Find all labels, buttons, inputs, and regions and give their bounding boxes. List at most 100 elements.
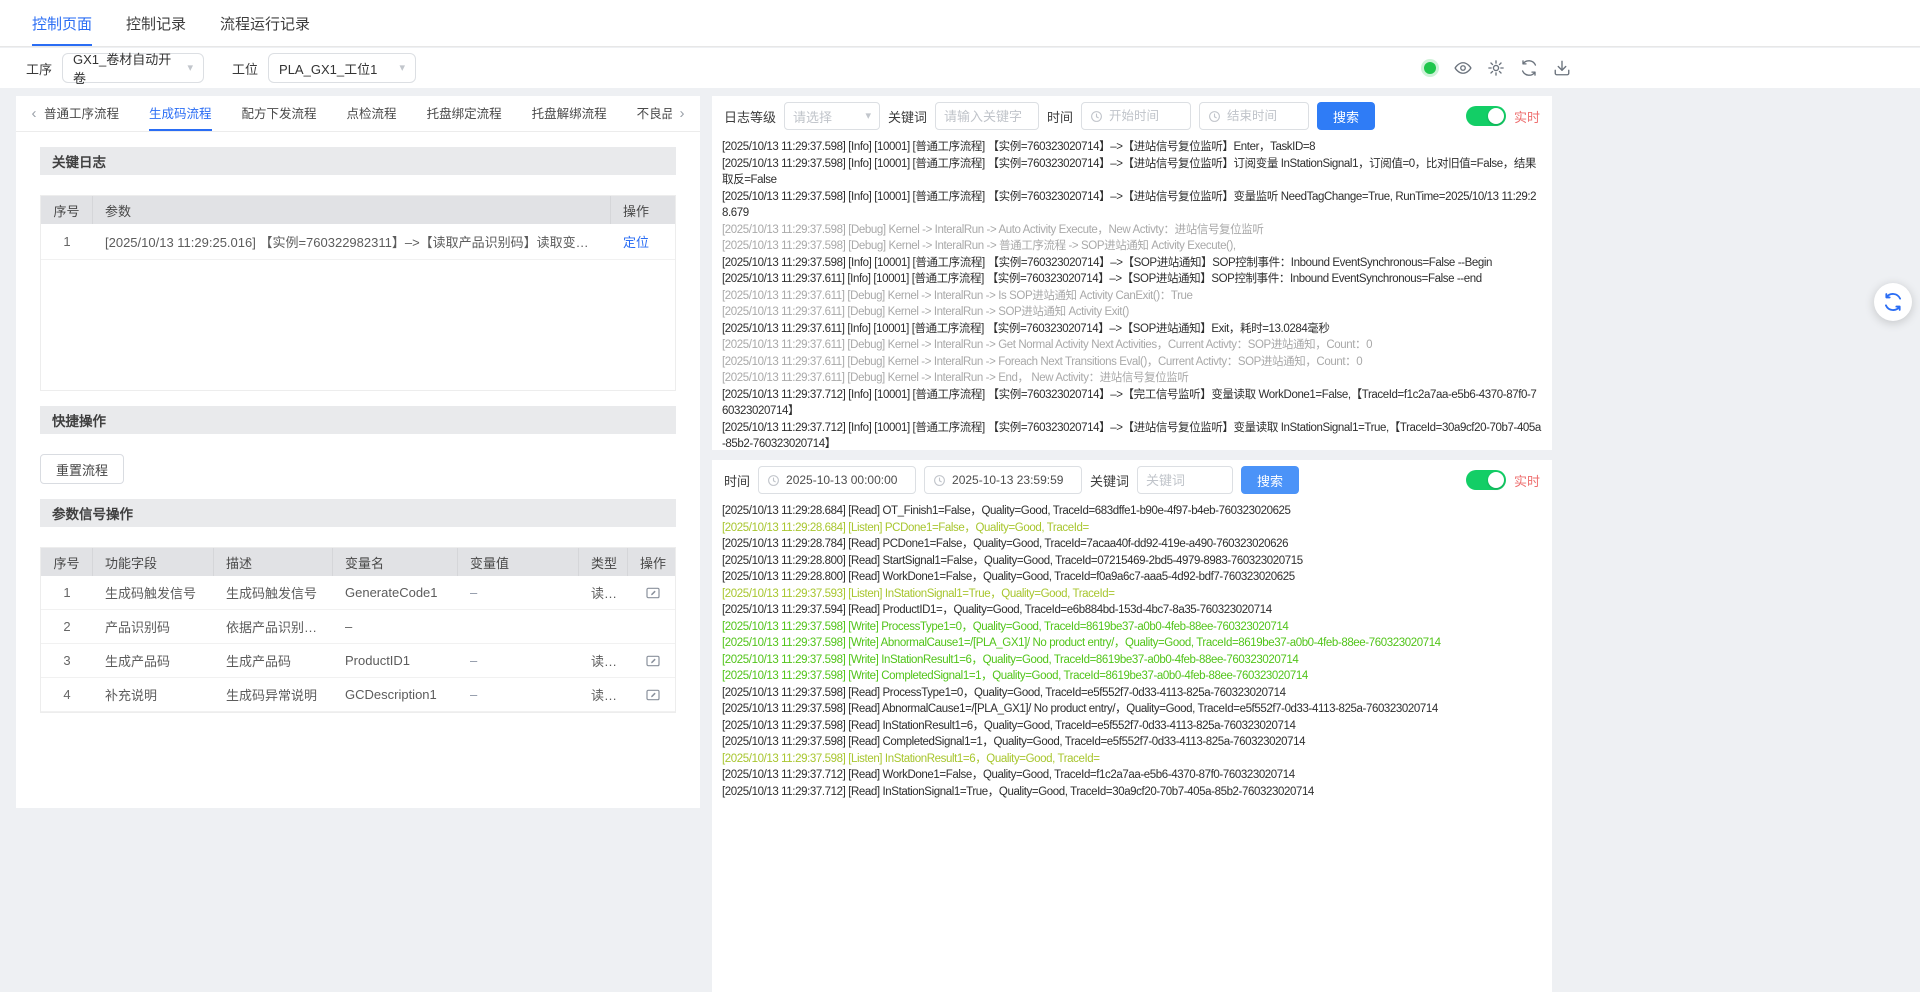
trace-line: [2025/10/13 11:29:37.598] [Read] InStati… xyxy=(722,719,1296,732)
param-signal-row: 2 产品识别码 依据产品识别码... – xyxy=(41,610,675,644)
param-desc: 依据产品识别码... xyxy=(226,620,328,635)
log-end-time-field[interactable] xyxy=(1227,109,1301,123)
param-var-value: – xyxy=(470,585,478,600)
log-level-select[interactable]: 请选择 ▾ xyxy=(784,102,881,130)
trace-search-button[interactable]: 搜索 xyxy=(1241,466,1300,494)
flow-tabs-bar: ‹ 普通工序流程 生成码流程 配方下发流程 点检流程 托盘绑定流程 托盘解绑流程… xyxy=(16,96,700,132)
top-nav-tab-label: 流程运行记录 xyxy=(220,15,311,33)
trace-keyword-input[interactable] xyxy=(1137,466,1234,494)
row-index: 3 xyxy=(63,653,71,668)
scroll-left-icon[interactable]: ‹ xyxy=(24,96,44,131)
reset-flow-button[interactable]: 重置流程 xyxy=(40,454,125,484)
edit-signal-icon[interactable] xyxy=(645,585,661,601)
connection-status-indicator xyxy=(1424,62,1436,74)
param-field: 生成产品码 xyxy=(105,654,171,669)
flow-tab-label: 普通工序流程 xyxy=(44,107,120,121)
flow-tabs: 普通工序流程 生成码流程 配方下发流程 点检流程 托盘绑定流程 托盘解绑流程 不… xyxy=(44,96,672,131)
column-header: 序号 xyxy=(41,196,93,224)
tag-trace-list[interactable]: [2025/10/13 11:29:28.684] [Read] OT_Fini… xyxy=(712,500,1552,992)
refresh-fab-button[interactable] xyxy=(1874,283,1912,321)
log-realtime-toggle[interactable] xyxy=(1465,106,1506,126)
trace-keyword-label: 关键词 xyxy=(1090,473,1130,489)
sync-icon[interactable] xyxy=(1520,59,1538,77)
trace-line: [2025/10/13 11:29:37.598] [Write] Proces… xyxy=(722,620,1289,633)
log-search-button[interactable]: 搜索 xyxy=(1317,102,1376,130)
key-log-table-header: 序号 参数 操作 xyxy=(41,196,675,224)
param-signal-section-title: 参数信号操作 xyxy=(40,499,676,527)
param-var-value: – xyxy=(470,687,478,702)
log-keyword-input[interactable] xyxy=(935,102,1040,130)
param-signal-table: 序号 功能字段 描述 变量名 变量值 类型 操作 1 生成码触发信号 生成码触发… xyxy=(40,547,676,713)
trace-line: [2025/10/13 11:29:37.593] [Listen] InSta… xyxy=(722,587,1115,600)
flow-tab[interactable]: 不良品自动返 xyxy=(637,96,672,131)
log-start-time-input[interactable] xyxy=(1081,102,1192,130)
trace-time-label: 时间 xyxy=(724,473,751,489)
flow-tab[interactable]: 普通工序流程 xyxy=(44,96,119,131)
row-index: 2 xyxy=(63,619,71,634)
process-select[interactable]: GX1_卷材自动开卷 ▾ xyxy=(62,52,205,86)
column-header: 变量名 xyxy=(333,548,458,576)
trace-line: [2025/10/13 11:29:37.598] [Read] Complet… xyxy=(722,736,1306,748)
param-field: 生成码触发信号 xyxy=(105,586,197,601)
log-panel: 日志等级 请选择 ▾ 关键词 时间 搜索 实时 [2025/ xyxy=(712,96,1552,992)
flow-tab-label: 生成码流程 xyxy=(149,107,212,121)
log-line: [2025/10/13 11:29:37.611] [Debug] Kernel… xyxy=(722,306,1129,318)
row-index: 4 xyxy=(63,687,71,702)
log-start-time-field[interactable] xyxy=(1109,109,1183,123)
flow-tab[interactable]: 点检流程 xyxy=(347,96,397,131)
column-header: 描述 xyxy=(214,548,333,576)
panel-divider xyxy=(712,450,1552,460)
top-nav-tabs: 控制页面 控制记录 流程运行记录 xyxy=(0,0,1920,46)
download-icon[interactable] xyxy=(1553,59,1571,77)
param-var-value: – xyxy=(470,653,478,668)
scroll-right-icon[interactable]: › xyxy=(672,96,692,131)
trace-end-time-field[interactable] xyxy=(952,473,1074,487)
edit-signal-icon[interactable] xyxy=(645,687,661,703)
key-log-section-title: 关键日志 xyxy=(40,147,676,175)
trace-start-time-input[interactable] xyxy=(758,466,917,494)
flow-tab[interactable]: 托盘绑定流程 xyxy=(427,96,502,131)
key-log-table: 序号 参数 操作 1 [2025/10/13 11:29:25.016] 【实例… xyxy=(40,195,676,391)
log-realtime-label: 实时 xyxy=(1513,109,1540,125)
station-select[interactable]: PLA_GX1_工位1 ▾ xyxy=(268,53,417,83)
log-end-time-input[interactable] xyxy=(1199,102,1310,130)
top-nav-tab-label: 控制记录 xyxy=(126,15,187,33)
column-header: 参数 xyxy=(93,196,611,224)
quick-ops-section-title: 快捷操作 xyxy=(40,406,676,434)
edit-signal-icon[interactable] xyxy=(645,653,661,669)
trace-line: [2025/10/13 11:29:37.598] [Write] Abnorm… xyxy=(722,637,1441,649)
eye-icon[interactable] xyxy=(1454,59,1472,77)
trace-line: [2025/10/13 11:29:28.684] [Listen] PCDon… xyxy=(722,521,1089,534)
toolbar: 工序 GX1_卷材自动开卷 ▾ 工位 PLA_GX1_工位1 ▾ xyxy=(0,48,1920,88)
log-line: [2025/10/13 11:29:37.598] [Info] [10001]… xyxy=(722,190,1537,220)
flow-tab[interactable]: 配方下发流程 xyxy=(242,96,317,131)
locate-link[interactable]: 定位 xyxy=(623,235,649,250)
log-line: [2025/10/13 11:29:37.598] [Debug] Kernel… xyxy=(722,223,1264,236)
trace-line: [2025/10/13 11:29:28.784] [Read] PCDone1… xyxy=(722,538,1289,550)
log-line: [2025/10/13 11:29:37.611] [Debug] Kernel… xyxy=(722,372,1189,384)
station-select-value: PLA_GX1_工位1 xyxy=(279,61,378,77)
top-nav: 控制页面 控制记录 流程运行记录 xyxy=(0,0,1920,47)
log-line: [2025/10/13 11:29:37.598] [Info] [10001]… xyxy=(722,256,1492,269)
param-var-name: GCDescription1 xyxy=(345,687,437,702)
top-nav-tab[interactable]: 流程运行记录 xyxy=(220,0,310,46)
trace-realtime-toggle[interactable] xyxy=(1465,470,1506,490)
clock-icon xyxy=(934,474,945,486)
flow-tab[interactable]: 生成码流程 xyxy=(149,96,212,131)
param-desc: 生成产品码 xyxy=(226,654,292,669)
tag-trace-filter-bar: 时间 关键词 搜索 实时 xyxy=(712,460,1552,500)
trace-start-time-field[interactable] xyxy=(786,473,908,487)
top-nav-tab[interactable]: 控制记录 xyxy=(126,0,186,46)
app-root: 控制页面 控制记录 流程运行记录 工序 GX1_卷材自动开卷 ▾ 工位 PLA_… xyxy=(0,0,1920,992)
column-header: 操作 xyxy=(640,555,667,571)
trace-realtime-label: 实时 xyxy=(1513,473,1540,489)
settings-gear-icon[interactable] xyxy=(1487,59,1505,77)
log-level-label: 日志等级 xyxy=(724,109,777,125)
param-field: 补充说明 xyxy=(105,688,158,703)
top-nav-tab[interactable]: 控制页面 xyxy=(32,0,93,46)
trace-line: [2025/10/13 11:29:37.598] [Write] InStat… xyxy=(722,653,1299,666)
trace-end-time-input[interactable] xyxy=(924,466,1083,494)
flow-tab[interactable]: 托盘解绑流程 xyxy=(532,96,607,131)
process-log-list[interactable]: [2025/10/13 11:29:37.598] [Info] [10001]… xyxy=(712,136,1552,450)
param-desc: 生成码异常说明 xyxy=(226,688,318,703)
